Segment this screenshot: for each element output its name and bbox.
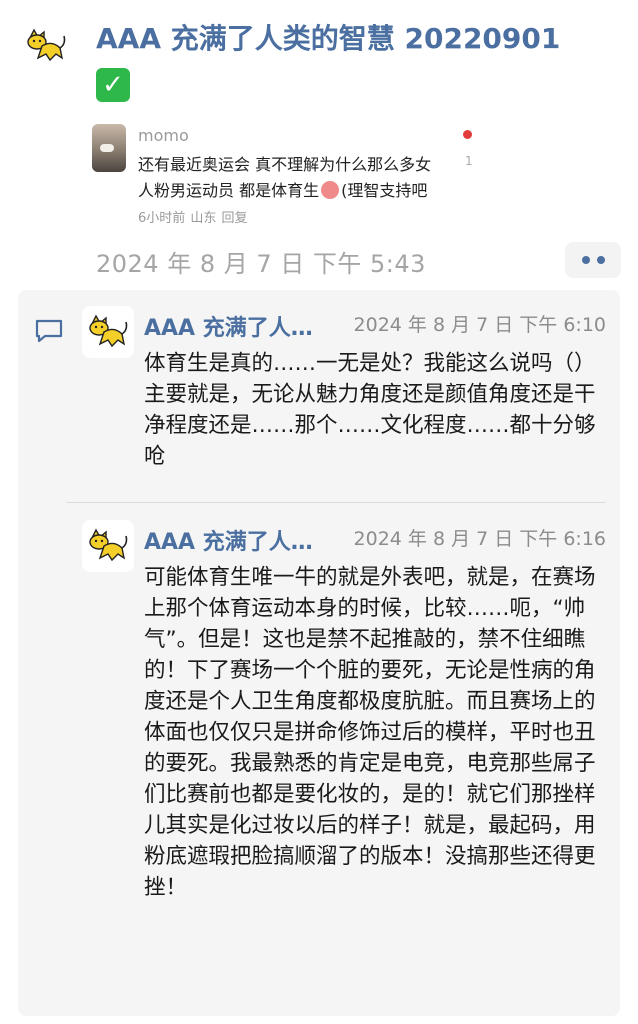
quoted-comment-text: 还有最近奥运会 真不理解为什么那么多女人粉男运动员 都是体育生 (理智支持吧 6小…	[138, 152, 438, 232]
quoted-comment-location: 山东	[190, 211, 217, 226]
more-options-button[interactable]	[565, 242, 621, 278]
yellow-cat-icon	[89, 314, 128, 348]
comment-author-name[interactable]: AAA 充满了人…	[144, 524, 313, 556]
comment-timestamp: 2024 年 8 月 7 日 下午 6:16	[353, 528, 606, 550]
comment-author-name[interactable]: AAA 充满了人…	[144, 310, 313, 342]
comment-timestamp: 2024 年 8 月 7 日 下午 6:10	[353, 314, 606, 336]
quoted-username[interactable]: momo	[138, 126, 189, 145]
comment-text: 体育生是真的……一无是处？我能这么说吗（）主要就是，无论从魅力角度还是颜值角度还…	[144, 351, 596, 469]
reply-link[interactable]: 回复	[221, 211, 247, 226]
check-mark-icon: ✓	[96, 68, 130, 102]
comment-author-avatar[interactable]	[82, 306, 134, 358]
quoted-user-avatar[interactable]	[92, 124, 126, 172]
comments-panel: AAA 充满了人… 2024 年 8 月 7 日 下午 6:10 体育生是真的……	[18, 290, 620, 1016]
comment-text: 可能体育生唯一牛的就是外表吧，就是，在赛场上那个体育运动本身的时候，比较……呃，…	[144, 565, 596, 900]
like-heart-icon[interactable]	[463, 130, 472, 139]
comment-author-avatar[interactable]	[82, 520, 134, 572]
yellow-cat-icon	[27, 28, 66, 62]
post-title: AAA 充满了人类的智慧 20220901	[96, 22, 561, 55]
more-dot	[581, 256, 590, 264]
more-dot	[596, 256, 605, 264]
quoted-comment-time: 6小时前	[138, 211, 186, 226]
post-author-avatar[interactable]	[20, 20, 72, 72]
like-count: 1	[465, 154, 473, 168]
quoted-comment-tail: (理智支持吧	[341, 181, 428, 200]
post-timestamp: 2024 年 8 月 7 日 下午 5:43	[96, 250, 426, 278]
comment-bubble-icon	[35, 319, 63, 343]
comment-divider	[66, 502, 606, 503]
yellow-cat-icon	[89, 528, 128, 562]
sad-face-emoji-icon	[321, 181, 340, 199]
